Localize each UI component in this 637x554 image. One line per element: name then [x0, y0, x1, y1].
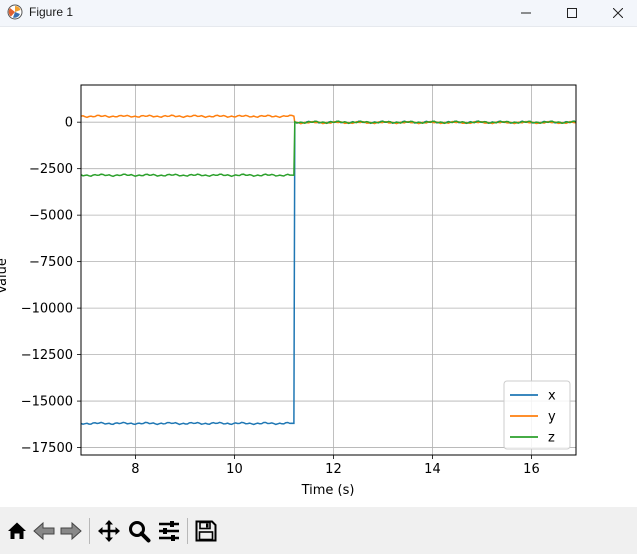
- x-axis-label: Time (s): [301, 483, 355, 498]
- y-tick-label: −5000: [29, 209, 73, 224]
- forward-button[interactable]: [59, 519, 83, 543]
- series-line-x: [80, 120, 577, 426]
- y-tick-label: −17500: [21, 441, 73, 456]
- zoom-button[interactable]: [127, 519, 151, 543]
- save-button[interactable]: [194, 519, 218, 543]
- close-icon: [613, 8, 623, 18]
- toolbar-separator: [187, 518, 188, 544]
- legend: xyz: [503, 380, 571, 450]
- figure-canvas[interactable]: 8 10 12 14 16 0 −2500 −5000 −7500 −10000 −12500 −15…: [0, 27, 637, 507]
- y-tick-label: −2500: [29, 162, 73, 177]
- close-button[interactable]: [595, 0, 637, 26]
- back-button[interactable]: [32, 519, 56, 543]
- line-chart: 8 10 12 14 16 0 −2500 −5000 −7500 −10000 −12500 −15…: [0, 84, 577, 498]
- plot-frame: [80, 84, 577, 456]
- y-tick-label: 0: [65, 116, 73, 131]
- minimize-icon: [521, 12, 531, 14]
- configure-subplots-icon: [159, 521, 179, 541]
- save-floppy-icon: [195, 520, 217, 542]
- pan-move-icon: [98, 520, 120, 542]
- maximize-icon: [567, 8, 577, 18]
- window-title: Figure 1: [29, 5, 74, 19]
- y-tick-label: −12500: [21, 348, 73, 363]
- series-line-z: [80, 120, 577, 178]
- minimize-button[interactable]: [503, 0, 549, 26]
- x-tick-label: 12: [325, 462, 342, 477]
- x-tick-label: 16: [523, 462, 540, 477]
- x-tick-label: 10: [226, 462, 243, 477]
- zoom-magnifier-icon: [129, 521, 151, 543]
- y-tick-label: −7500: [29, 255, 73, 270]
- toolbar-separator: [89, 518, 90, 544]
- legend-label-z: z: [548, 431, 555, 446]
- y-axis-label: Value: [0, 258, 10, 294]
- x-tick-label: 8: [131, 462, 139, 477]
- home-icon: [8, 522, 26, 539]
- title-bar: Figure 1: [0, 0, 637, 27]
- back-arrow-icon: [33, 521, 55, 541]
- maximize-button[interactable]: [549, 0, 595, 26]
- legend-label-x: x: [548, 389, 556, 404]
- legend-label-y: y: [548, 410, 556, 425]
- pan-button[interactable]: [97, 519, 121, 543]
- x-tick-label: 14: [424, 462, 441, 477]
- home-button[interactable]: [5, 519, 29, 543]
- navigation-toolbar: [0, 507, 637, 554]
- y-tick-label: −15000: [21, 395, 73, 410]
- matplotlib-icon: [7, 4, 23, 20]
- configure-subplots-button[interactable]: [157, 519, 181, 543]
- legend-box: [503, 380, 571, 450]
- y-tick-label: −10000: [21, 302, 73, 317]
- forward-arrow-icon: [60, 521, 82, 541]
